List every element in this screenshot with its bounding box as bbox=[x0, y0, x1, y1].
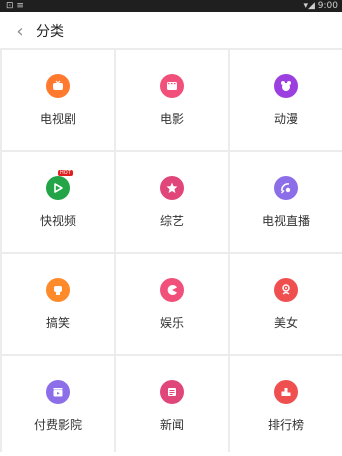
flower-icon bbox=[274, 277, 298, 302]
category-label: 新闻 bbox=[159, 417, 184, 432]
play-icon: HOT bbox=[46, 169, 73, 200]
anime-icon bbox=[274, 73, 298, 98]
category-anime[interactable]: 动漫 bbox=[230, 50, 342, 150]
category-live-tv[interactable]: 电视直播 bbox=[230, 152, 342, 252]
satellite-icon bbox=[274, 175, 298, 200]
category-variety[interactable]: 综艺 bbox=[116, 152, 228, 252]
status-bar: ⊡ ≡ ▾◢ 9:00 bbox=[0, 0, 342, 12]
category-paid-cinema[interactable]: 付费影院 bbox=[2, 356, 114, 456]
hot-badge: HOT bbox=[58, 169, 73, 176]
category-grid: 电视剧 电影 动漫 HOT 快视频 综艺 电视直播 搞笑 娱乐 美女 付费影院 … bbox=[0, 48, 342, 456]
tv-icon bbox=[46, 73, 70, 98]
category-funny[interactable]: 搞笑 bbox=[2, 254, 114, 354]
back-button[interactable]: ‹ bbox=[6, 12, 34, 50]
news-icon bbox=[160, 379, 184, 404]
category-label: 娱乐 bbox=[159, 315, 184, 330]
category-label: 电视直播 bbox=[261, 213, 310, 228]
pacman-icon bbox=[160, 277, 184, 302]
status-left: ⊡ ≡ bbox=[6, 1, 24, 11]
category-label: 快视频 bbox=[39, 213, 76, 228]
top-bar: ‹ 分类 bbox=[0, 12, 342, 50]
category-entertainment[interactable]: 娱乐 bbox=[116, 254, 228, 354]
chevron-left-icon: ‹ bbox=[16, 20, 24, 42]
status-right: ▾◢ 9:00 bbox=[303, 1, 338, 11]
category-news[interactable]: 新闻 bbox=[116, 356, 228, 456]
category-label: 付费影院 bbox=[33, 417, 82, 432]
rank-icon bbox=[274, 379, 298, 404]
category-label: 搞笑 bbox=[45, 315, 70, 330]
category-label: 电影 bbox=[159, 111, 184, 126]
category-ranking[interactable]: 排行榜 bbox=[230, 356, 342, 456]
category-movie[interactable]: 电影 bbox=[116, 50, 228, 150]
film-icon bbox=[160, 73, 184, 98]
page-title: 分类 bbox=[36, 24, 64, 40]
laugh-icon bbox=[46, 277, 70, 302]
star-icon bbox=[160, 175, 184, 200]
category-beauty[interactable]: 美女 bbox=[230, 254, 342, 354]
category-label: 美女 bbox=[273, 315, 298, 330]
category-label: 综艺 bbox=[159, 213, 184, 228]
category-label: 电视剧 bbox=[39, 111, 76, 126]
clapper-icon bbox=[46, 379, 70, 404]
category-label: 动漫 bbox=[273, 111, 298, 126]
category-label: 排行榜 bbox=[267, 417, 304, 432]
category-quick-video[interactable]: HOT 快视频 bbox=[2, 152, 114, 252]
category-tv-series[interactable]: 电视剧 bbox=[2, 50, 114, 150]
